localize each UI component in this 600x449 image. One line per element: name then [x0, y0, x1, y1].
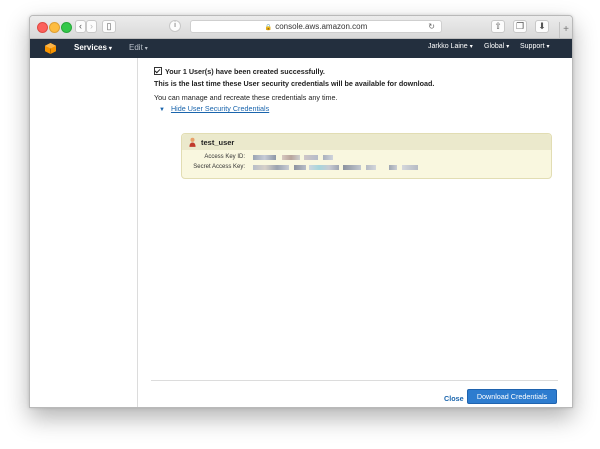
services-menu[interactable]: Services ▾ — [74, 43, 112, 52]
chevron-down-icon: ▾ — [469, 44, 473, 50]
chevron-down-icon: ▾ — [108, 46, 112, 52]
account-menu[interactable]: Jarkko Laine ▾ — [428, 43, 473, 50]
region-menu[interactable]: Global ▾ — [484, 43, 509, 50]
chevron-down-icon: ▾ — [506, 44, 510, 50]
download-credentials-button[interactable]: Download Credentials — [467, 389, 557, 404]
sidebar-icon[interactable]: ▯ — [102, 20, 116, 33]
browser-window: ‹ › ▯ i 🔒 console.aws.amazon.com ↻ ⇧ ❐ ⬇ … — [29, 15, 573, 408]
info-message: You can manage and recreate these creden… — [154, 93, 338, 102]
sidebar-divider — [137, 58, 138, 407]
new-tab-icon[interactable]: + — [559, 22, 572, 38]
username: test_user — [201, 138, 235, 147]
address-bar[interactable]: 🔒 console.aws.amazon.com ↻ — [190, 20, 442, 33]
success-message: Your 1 User(s) have been created success… — [154, 67, 325, 76]
reload-icon[interactable]: ↻ — [428, 21, 435, 32]
lock-icon: 🔒 — [264, 25, 273, 31]
secret-key-label: Secret Access Key: — [193, 164, 245, 170]
warning-message: This is the last time these User securit… — [154, 79, 435, 88]
info-icon[interactable]: i — [169, 20, 181, 32]
main-content: Your 1 User(s) have been created success… — [30, 58, 572, 407]
back-icon[interactable]: ‹ — [75, 20, 86, 33]
access-key-label: Access Key ID: — [204, 154, 245, 160]
chevron-down-icon: ▾ — [546, 44, 550, 50]
forward-icon[interactable]: › — [86, 20, 97, 33]
zoom-window-icon[interactable] — [61, 22, 72, 33]
triangle-down-icon: ▼ — [159, 107, 165, 113]
edit-menu[interactable]: Edit ▾ — [129, 43, 148, 52]
chevron-down-icon: ▾ — [144, 46, 148, 52]
tabs-overview-icon[interactable]: ❐ — [513, 20, 527, 33]
credentials-header: test_user — [182, 134, 551, 150]
close-window-icon[interactable] — [37, 22, 48, 33]
url-text: console.aws.amazon.com — [275, 22, 368, 31]
footer-divider — [151, 380, 558, 381]
share-icon[interactable]: ⇧ — [491, 20, 505, 33]
user-icon — [189, 137, 196, 147]
browser-toolbar: ‹ › ▯ i 🔒 console.aws.amazon.com ↻ ⇧ ❐ ⬇ … — [30, 16, 572, 39]
aws-cube-icon[interactable] — [45, 43, 56, 54]
downloads-icon[interactable]: ⬇ — [535, 20, 549, 33]
checkbox-icon — [154, 67, 162, 75]
close-button[interactable]: Close — [444, 394, 464, 403]
support-menu[interactable]: Support ▾ — [520, 43, 550, 50]
hide-credentials-toggle[interactable]: ▼ Hide User Security Credentials — [159, 104, 269, 113]
minimize-window-icon[interactable] — [49, 22, 60, 33]
credentials-panel: test_user Access Key ID: Secret Access K… — [181, 133, 552, 179]
aws-nav-bar: Services ▾ Edit ▾ Jarkko Laine ▾ Global ▾ Su… — [30, 39, 572, 58]
